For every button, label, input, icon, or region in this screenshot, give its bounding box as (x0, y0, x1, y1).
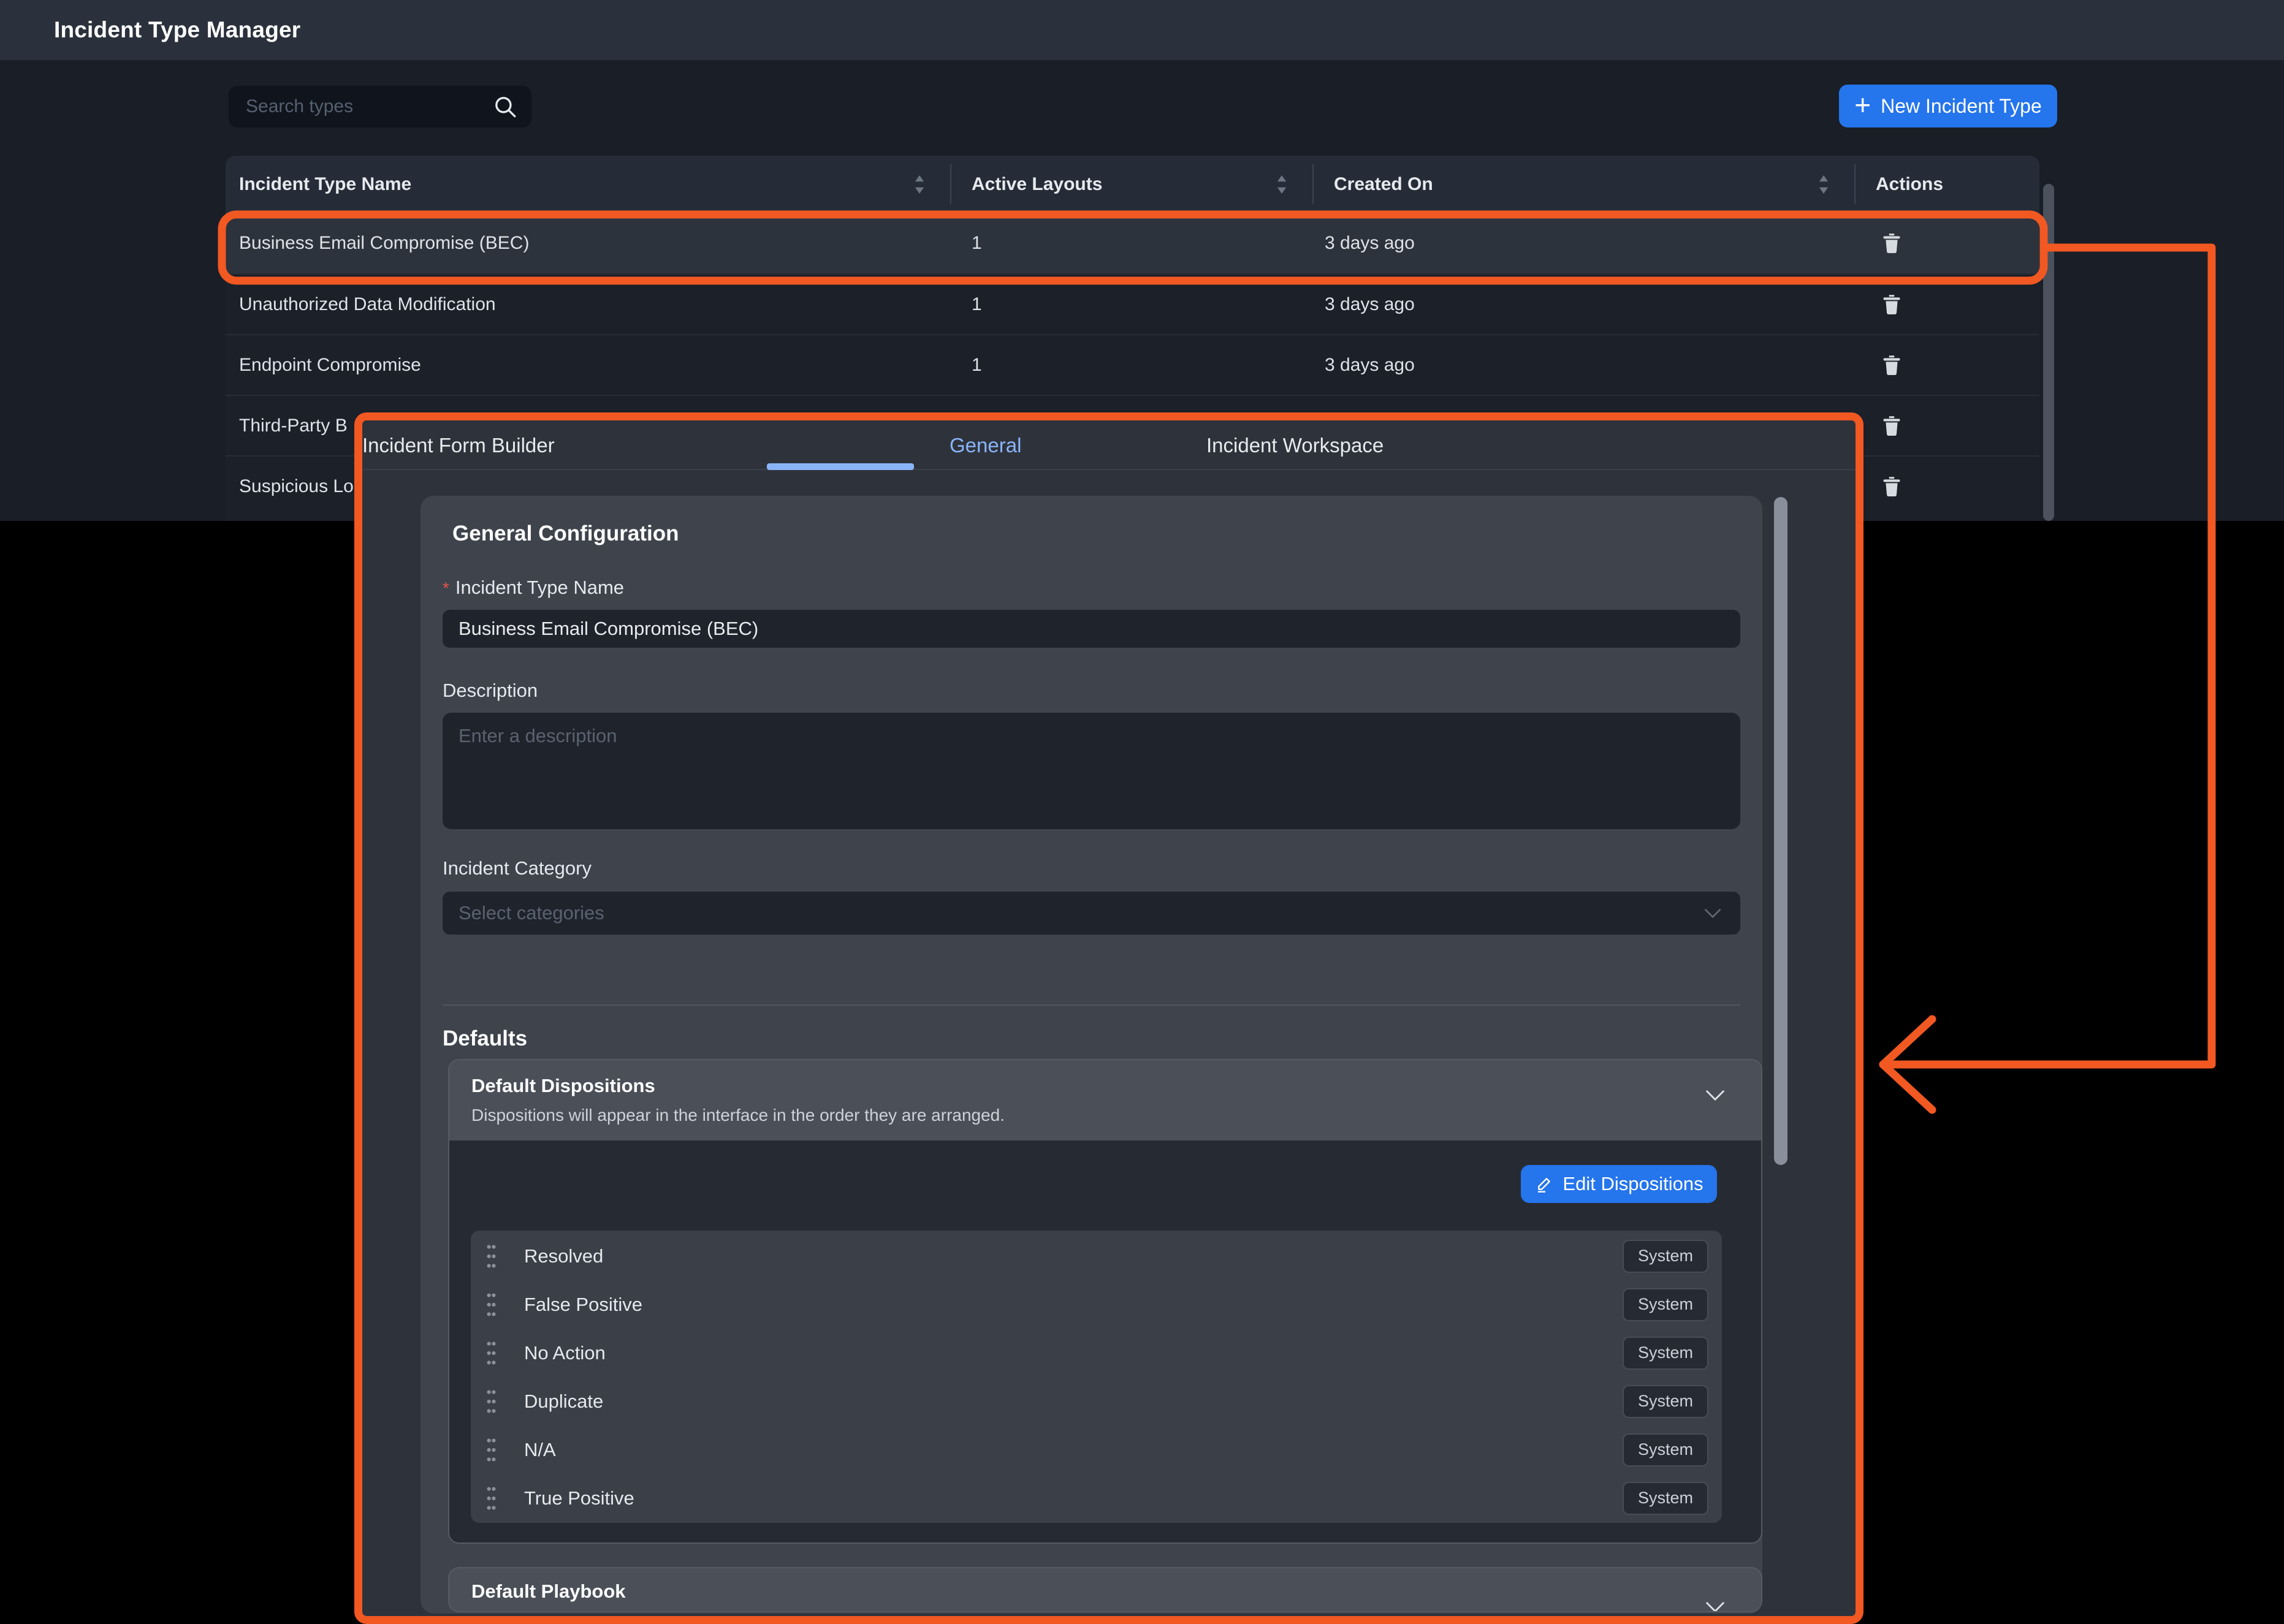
default-dispositions-subtitle: Dispositions will appear in the interfac… (471, 1106, 1005, 1125)
incident-type-name-input[interactable] (443, 610, 1740, 648)
required-asterisk: * (443, 579, 449, 598)
screen: Incident Type Manager Search types + New… (0, 0, 2284, 1624)
trash-icon (1882, 294, 1901, 314)
system-badge: System (1623, 1288, 1708, 1321)
annotation-arrowhead (1883, 1019, 1932, 1110)
disposition-label: Resolved (524, 1245, 1623, 1267)
new-incident-type-button[interactable]: + New Incident Type (1839, 85, 2057, 127)
cell-created-on: 3 days ago (1325, 233, 1854, 254)
disposition-row: No Action System (471, 1329, 1722, 1377)
disposition-label: Duplicate (524, 1391, 1623, 1413)
trash-icon (1882, 476, 1901, 496)
cell-active-layouts: 1 (972, 233, 1312, 254)
active-tab-indicator (767, 463, 914, 470)
table-column-header[interactable]: Active Layouts (950, 156, 1312, 213)
default-dispositions-header[interactable]: Default Dispositions Dispositions will a… (449, 1060, 1761, 1140)
sort-arrows-icon (913, 175, 926, 194)
system-badge: System (1623, 1240, 1708, 1273)
disposition-label: False Positive (524, 1294, 1623, 1316)
system-badge: System (1623, 1385, 1708, 1418)
top-bar: Incident Type Manager (0, 0, 2284, 60)
trash-icon (1882, 355, 1901, 375)
chevron-down-icon (1703, 908, 1722, 919)
default-dispositions-body: Edit Dispositions Resolved System False … (449, 1140, 1761, 1542)
sort-arrows-icon (1276, 175, 1288, 194)
description-placeholder: Enter a description (459, 725, 617, 746)
default-playbook-title: Default Playbook (471, 1580, 626, 1603)
cell-created-on: 3 days ago (1325, 355, 1854, 376)
table-column-header[interactable]: Incident Type Name (226, 156, 950, 213)
description-textarea[interactable]: Enter a description (443, 713, 1740, 829)
pencil-edit-icon (1534, 1174, 1554, 1194)
table-row[interactable]: Endpoint Compromise 1 3 days ago (226, 334, 2039, 395)
system-badge: System (1623, 1433, 1708, 1467)
table-row[interactable]: Unauthorized Data Modification 1 3 days … (226, 273, 2039, 334)
delete-row-button[interactable] (1879, 472, 1905, 500)
system-badge: System (1623, 1337, 1708, 1370)
disposition-row: False Positive System (471, 1280, 1722, 1329)
default-dispositions-title: Default Dispositions (471, 1075, 655, 1097)
new-incident-type-label: New Incident Type (1881, 95, 2042, 118)
default-dispositions-panel: Default Dispositions Dispositions will a… (448, 1059, 1762, 1544)
description-label: Description (443, 680, 538, 702)
table-header-row: Incident Type Name Active Layouts Create… (226, 156, 2039, 213)
modal-tab-bar: General Incident Workspace Incident Form… (362, 420, 1856, 470)
delete-row-button[interactable] (1879, 290, 1905, 318)
cell-active-layouts: 1 (972, 294, 1312, 315)
cell-incident-type-name: Business Email Compromise (BEC) (239, 233, 950, 254)
table-column-header[interactable]: Actions (1854, 156, 2039, 213)
section-title-defaults: Defaults (443, 1026, 527, 1051)
table-row[interactable]: Business Email Compromise (BEC) 1 3 days… (226, 213, 2039, 273)
delete-row-button[interactable] (1879, 351, 1905, 379)
modal-scrollbar-thumb[interactable] (1774, 497, 1787, 1165)
drag-handle-icon[interactable] (486, 1243, 497, 1269)
cell-created-on: 3 days ago (1325, 294, 1854, 315)
disposition-row: Duplicate System (471, 1377, 1722, 1425)
incident-category-select[interactable]: Select categories (443, 892, 1740, 935)
disposition-label: N/A (524, 1439, 1623, 1461)
sort-arrows-icon (1818, 175, 1830, 194)
dispositions-list: Resolved System False Positive System No… (471, 1231, 1722, 1523)
disposition-row: N/A System (471, 1425, 1722, 1474)
category-placeholder: Select categories (459, 902, 1703, 924)
collapse-chevron-icon[interactable] (1701, 1600, 1729, 1612)
cell-incident-type-name: Unauthorized Data Modification (239, 294, 950, 315)
cell-incident-type-name: Endpoint Compromise (239, 355, 950, 376)
system-badge: System (1623, 1482, 1708, 1515)
edit-dispositions-button[interactable]: Edit Dispositions (1521, 1165, 1717, 1203)
general-configuration-card: General Configuration *Incident Type Nam… (421, 496, 1762, 1614)
search-placeholder: Search types (246, 96, 492, 117)
cell-active-layouts: 1 (972, 355, 1312, 376)
collapse-chevron-icon[interactable] (1701, 1088, 1729, 1102)
incident-type-detail-modal: General Incident Workspace Incident Form… (354, 412, 1863, 1624)
drag-handle-icon[interactable] (486, 1292, 497, 1318)
disposition-row: True Positive System (471, 1474, 1722, 1522)
page-title: Incident Type Manager (54, 17, 300, 43)
incident-type-name-label: *Incident Type Name (443, 577, 624, 599)
modal-tab[interactable]: Incident Form Builder (362, 420, 555, 470)
incident-category-label: Incident Category (443, 857, 592, 879)
drag-handle-icon[interactable] (486, 1340, 497, 1366)
disposition-label: True Positive (524, 1487, 1623, 1509)
drag-handle-icon[interactable] (486, 1437, 497, 1463)
modal-tab[interactable]: General (950, 420, 1021, 470)
drag-handle-icon[interactable] (486, 1486, 497, 1511)
plus-icon: + (1854, 91, 1871, 119)
search-input[interactable]: Search types (229, 86, 531, 127)
default-playbook-panel[interactable]: Default Playbook (448, 1567, 1762, 1612)
drag-handle-icon[interactable] (486, 1389, 497, 1414)
table-column-header[interactable]: Created On (1312, 156, 1854, 213)
disposition-row: Resolved System (471, 1232, 1722, 1280)
delete-row-button[interactable] (1879, 412, 1905, 439)
table-scrollbar-thumb[interactable] (2043, 184, 2054, 521)
trash-icon (1882, 233, 1901, 253)
section-divider (443, 1004, 1740, 1006)
search-icon (492, 94, 518, 120)
trash-icon (1882, 415, 1901, 436)
modal-tab[interactable]: Incident Workspace (1206, 420, 1384, 470)
disposition-label: No Action (524, 1342, 1623, 1364)
delete-row-button[interactable] (1879, 229, 1905, 257)
section-title-general-configuration: General Configuration (452, 522, 679, 546)
